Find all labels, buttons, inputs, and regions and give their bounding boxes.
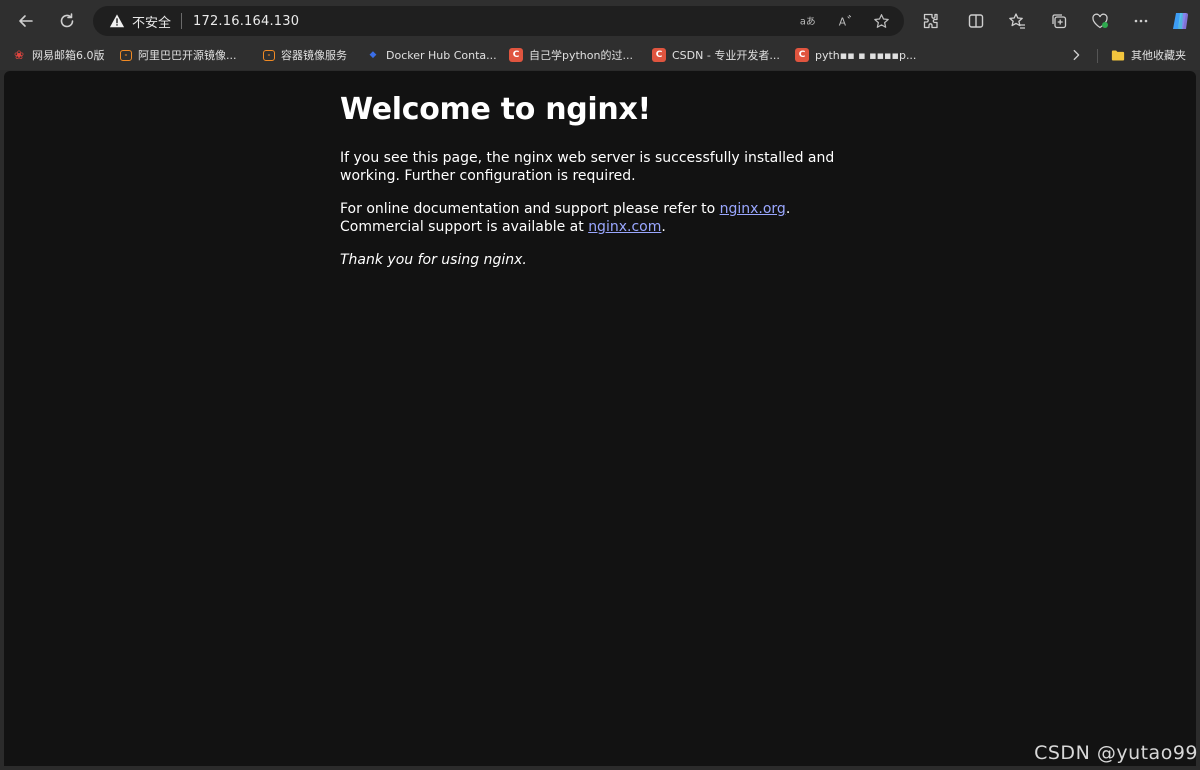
bookmark-label: 网易邮箱6.0版 [32,49,105,62]
thanks-paragraph: Thank you for using nginx. [340,252,527,268]
other-favorites-folder[interactable]: 其他收藏夹 [1111,46,1186,64]
split-screen-icon [968,14,984,28]
bookmark-label: CSDN - 专业开发者... [672,49,780,62]
csdn-icon: C [652,48,666,62]
bookmarks-bar: ❀ 网易邮箱6.0版 - 阿里巴巴开源镜像... - 容器镜像服务 ◆ Dock… [0,42,1200,68]
docs-text: For online documentation and support ple… [340,201,720,217]
netease-mail-icon: ❀ [13,48,25,62]
nginx-org-link[interactable]: nginx.org [720,201,786,217]
bookmark-label: pyth▪▪ ▪ ▪▪▪▪p... [815,48,917,62]
read-aloud-icon[interactable]: A [836,12,854,30]
intro-paragraph: If you see this page, the nginx web serv… [340,150,835,184]
svg-text:A: A [839,15,847,28]
warning-icon[interactable] [108,12,126,30]
favorite-star-icon[interactable] [872,12,890,30]
chevron-right-icon[interactable] [1068,47,1084,63]
bookmark-item[interactable]: C CSDN - 专业开发者... [652,46,780,64]
collections-icon [1052,14,1067,29]
extensions-button[interactable] [916,6,946,36]
url-text[interactable]: 172.16.164.130 [193,14,299,29]
bookmark-item[interactable]: ◆ Docker Hub Conta... [366,46,497,64]
copilot-icon [1173,13,1188,29]
bookmark-label: Docker Hub Conta... [386,48,497,62]
refresh-icon [60,13,74,28]
bookmark-label: 自己学python的过... [529,49,633,62]
refresh-button[interactable] [52,6,82,36]
csdn-icon: C [509,48,523,62]
more-icon [1134,19,1148,23]
translate-icon[interactable]: aあ [798,12,816,30]
docs-paragraph: For online documentation and support ple… [340,200,860,236]
address-divider [181,13,183,29]
back-button[interactable] [11,6,41,36]
watermark: CSDN @yutao99 [1034,742,1198,764]
commercial-text: Commercial support is available at [340,219,589,235]
page-viewport: Welcome to nginx! If you see this page, … [4,71,1196,766]
nginx-com-link[interactable]: nginx.com [588,219,661,235]
docker-icon: ◆ [369,50,377,60]
copilot-button[interactable] [1165,6,1195,36]
back-arrow-icon [19,15,33,27]
address-bar[interactable]: 不安全 172.16.164.130 aあ A [93,6,904,36]
bookmark-item[interactable]: C pyth▪▪ ▪ ▪▪▪▪p... [795,46,916,64]
folder-label: 其他收藏夹 [1131,49,1186,62]
docs-punct: . [785,201,791,217]
favorites-icon [1009,13,1025,29]
folder-icon [1111,48,1125,62]
browser-essentials-button[interactable] [1085,6,1115,36]
bookmark-item[interactable]: - 阿里巴巴开源镜像... [120,46,237,64]
svg-text:aあ: aあ [800,16,815,28]
browser-essentials-icon [1092,13,1108,29]
aliyun-icon: - [120,49,132,61]
security-label[interactable]: 不安全 [132,12,171,31]
bookmarks-divider [1097,49,1098,63]
commercial-punct: . [661,219,666,235]
browser-chrome: 不安全 172.16.164.130 aあ A ❀ 网易邮箱6.0版 - 阿里巴… [0,0,1200,70]
toolbar: 不安全 172.16.164.130 aあ A [0,0,1200,42]
bookmark-label: 阿里巴巴开源镜像... [138,49,237,62]
collections-button[interactable] [1044,6,1074,36]
bookmark-label: 容器镜像服务 [281,49,347,62]
extensions-icon [923,13,938,29]
more-button[interactable] [1126,6,1156,36]
split-screen-button[interactable] [961,6,991,36]
bookmark-item[interactable]: C 自己学python的过... [509,46,633,64]
bookmark-item[interactable]: - 容器镜像服务 [263,46,347,64]
aliyun-icon: - [263,49,275,61]
page-heading: Welcome to nginx! [340,92,651,127]
page-content: Welcome to nginx! If you see this page, … [340,91,860,269]
favorites-button[interactable] [1002,6,1032,36]
csdn-icon: C [795,48,809,62]
bookmark-item[interactable]: ❀ 网易邮箱6.0版 [12,46,105,64]
